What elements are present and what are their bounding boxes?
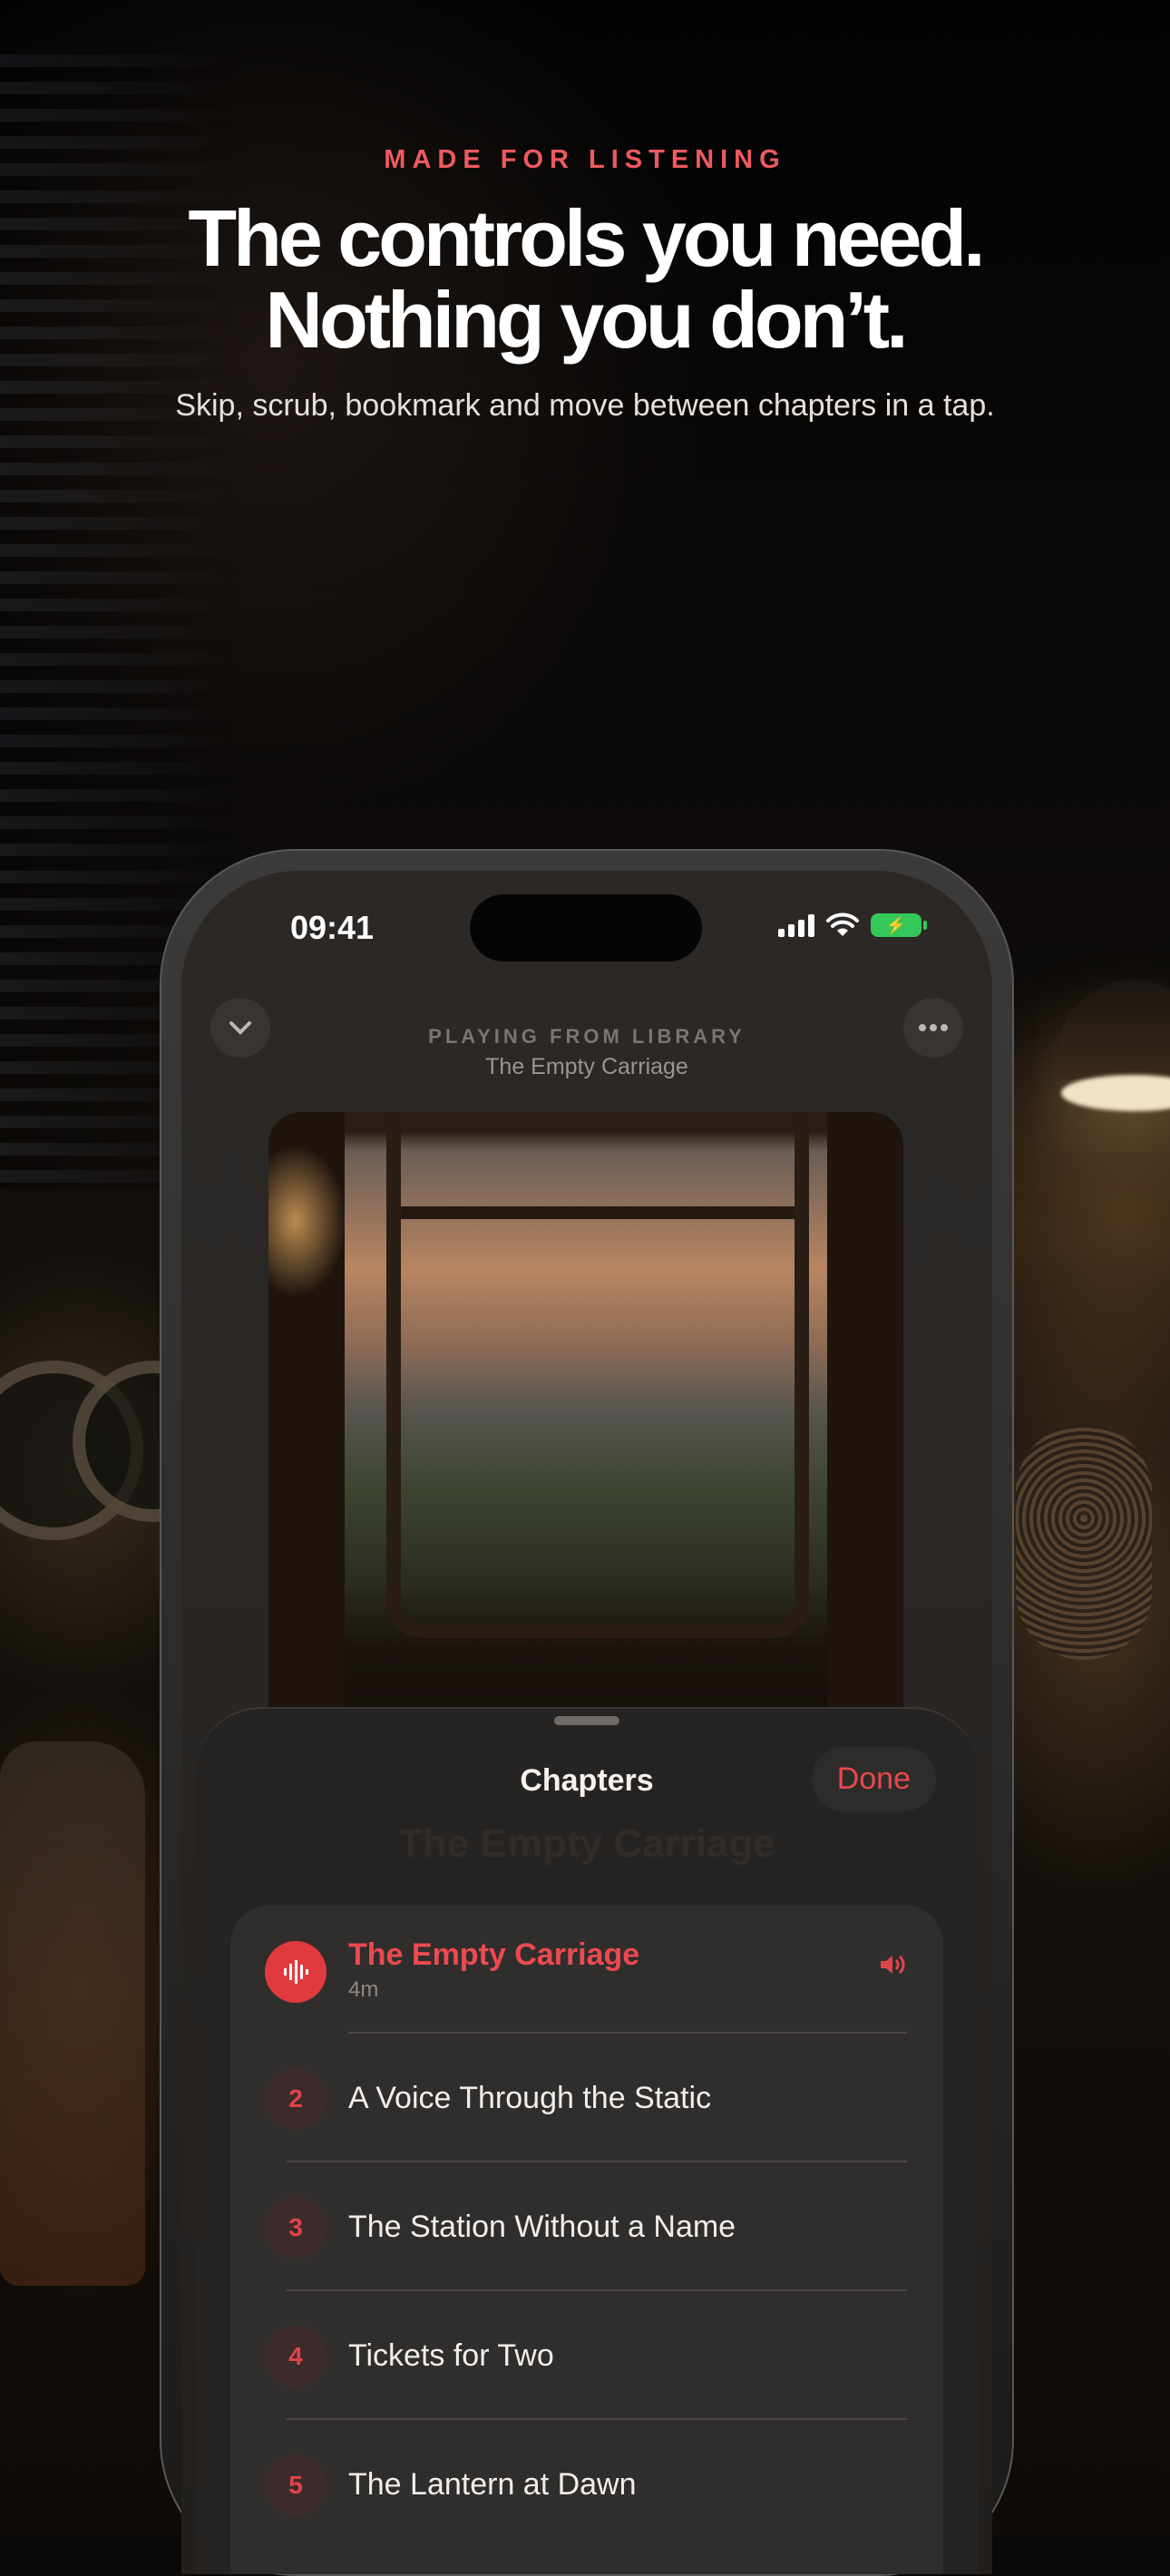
done-button[interactable]: Done bbox=[811, 1747, 936, 1811]
chapter-row-4[interactable]: 4 Tickets for Two bbox=[230, 2291, 943, 2420]
chapter-number: 4 bbox=[265, 2326, 327, 2387]
ellipsis-icon bbox=[919, 1024, 948, 1031]
chapter-row-5[interactable]: 5 The Lantern at Dawn bbox=[230, 2420, 943, 2549]
phone-frame: 09:41 ⚡ PLAYING FROM LIBRARY The Empty C… bbox=[160, 849, 1014, 2576]
status-time: 09:41 bbox=[290, 909, 375, 946]
dynamic-island bbox=[470, 894, 702, 961]
headline: The controls you need. Nothing you don’t… bbox=[0, 198, 1170, 361]
wifi-icon bbox=[826, 912, 859, 936]
train-window bbox=[386, 1112, 809, 1638]
headline-line-1: The controls you need. bbox=[188, 193, 985, 283]
subheadline: Skip, scrub, bookmark and move between c… bbox=[175, 388, 995, 423]
phone-screen: 09:41 ⚡ PLAYING FROM LIBRARY The Empty C… bbox=[181, 871, 992, 2574]
more-options-button[interactable] bbox=[903, 998, 963, 1058]
now-playing-title: The Empty Carriage bbox=[485, 1054, 688, 1079]
cover-artwork bbox=[268, 1112, 903, 1765]
speaker-icon bbox=[878, 1952, 907, 1985]
chapter-title: The Lantern at Dawn bbox=[348, 2467, 637, 2502]
chapter-title: The Empty Carriage bbox=[348, 1937, 640, 1972]
chapter-title: The Station Without a Name bbox=[348, 2210, 736, 2244]
sheet-grabber[interactable] bbox=[554, 1716, 619, 1725]
desk-lamp bbox=[1057, 980, 1170, 1079]
chapter-row-3[interactable]: 3 The Station Without a Name bbox=[230, 2162, 943, 2291]
chapter-title: Tickets for Two bbox=[348, 2338, 554, 2373]
chapter-list: The Empty Carriage 4m 2 A Voice Through … bbox=[230, 1905, 943, 2574]
status-icons: ⚡ bbox=[778, 912, 927, 938]
lamp-glow bbox=[1061, 1075, 1170, 1111]
chapter-number: 2 bbox=[265, 2068, 327, 2130]
background-title: The Empty Carriage bbox=[398, 1821, 775, 1866]
chapters-sheet: Chapters Done The Empty Carriage The Emp… bbox=[196, 1707, 978, 2574]
playing-from-label: PLAYING FROM LIBRARY bbox=[428, 1025, 746, 1048]
chapter-row-1[interactable]: The Empty Carriage 4m bbox=[230, 1905, 943, 2034]
battery-charging-icon: ⚡ bbox=[871, 913, 927, 937]
chapter-number: 3 bbox=[265, 2197, 327, 2259]
waveform-icon bbox=[265, 1941, 327, 2003]
headline-line-2: Nothing you don’t. bbox=[265, 275, 908, 365]
chapter-title: A Voice Through the Static bbox=[348, 2081, 712, 2115]
glass-decanter bbox=[0, 1742, 145, 2286]
eyebrow-label: MADE FOR LISTENING bbox=[384, 145, 786, 174]
chapter-row-2[interactable]: 2 A Voice Through the Static bbox=[230, 2034, 943, 2162]
chapter-number: 5 bbox=[265, 2454, 327, 2516]
vintage-microphone bbox=[1016, 1424, 1152, 1660]
chapter-duration: 4m bbox=[348, 1977, 379, 2002]
cellular-signal-icon bbox=[778, 913, 814, 937]
